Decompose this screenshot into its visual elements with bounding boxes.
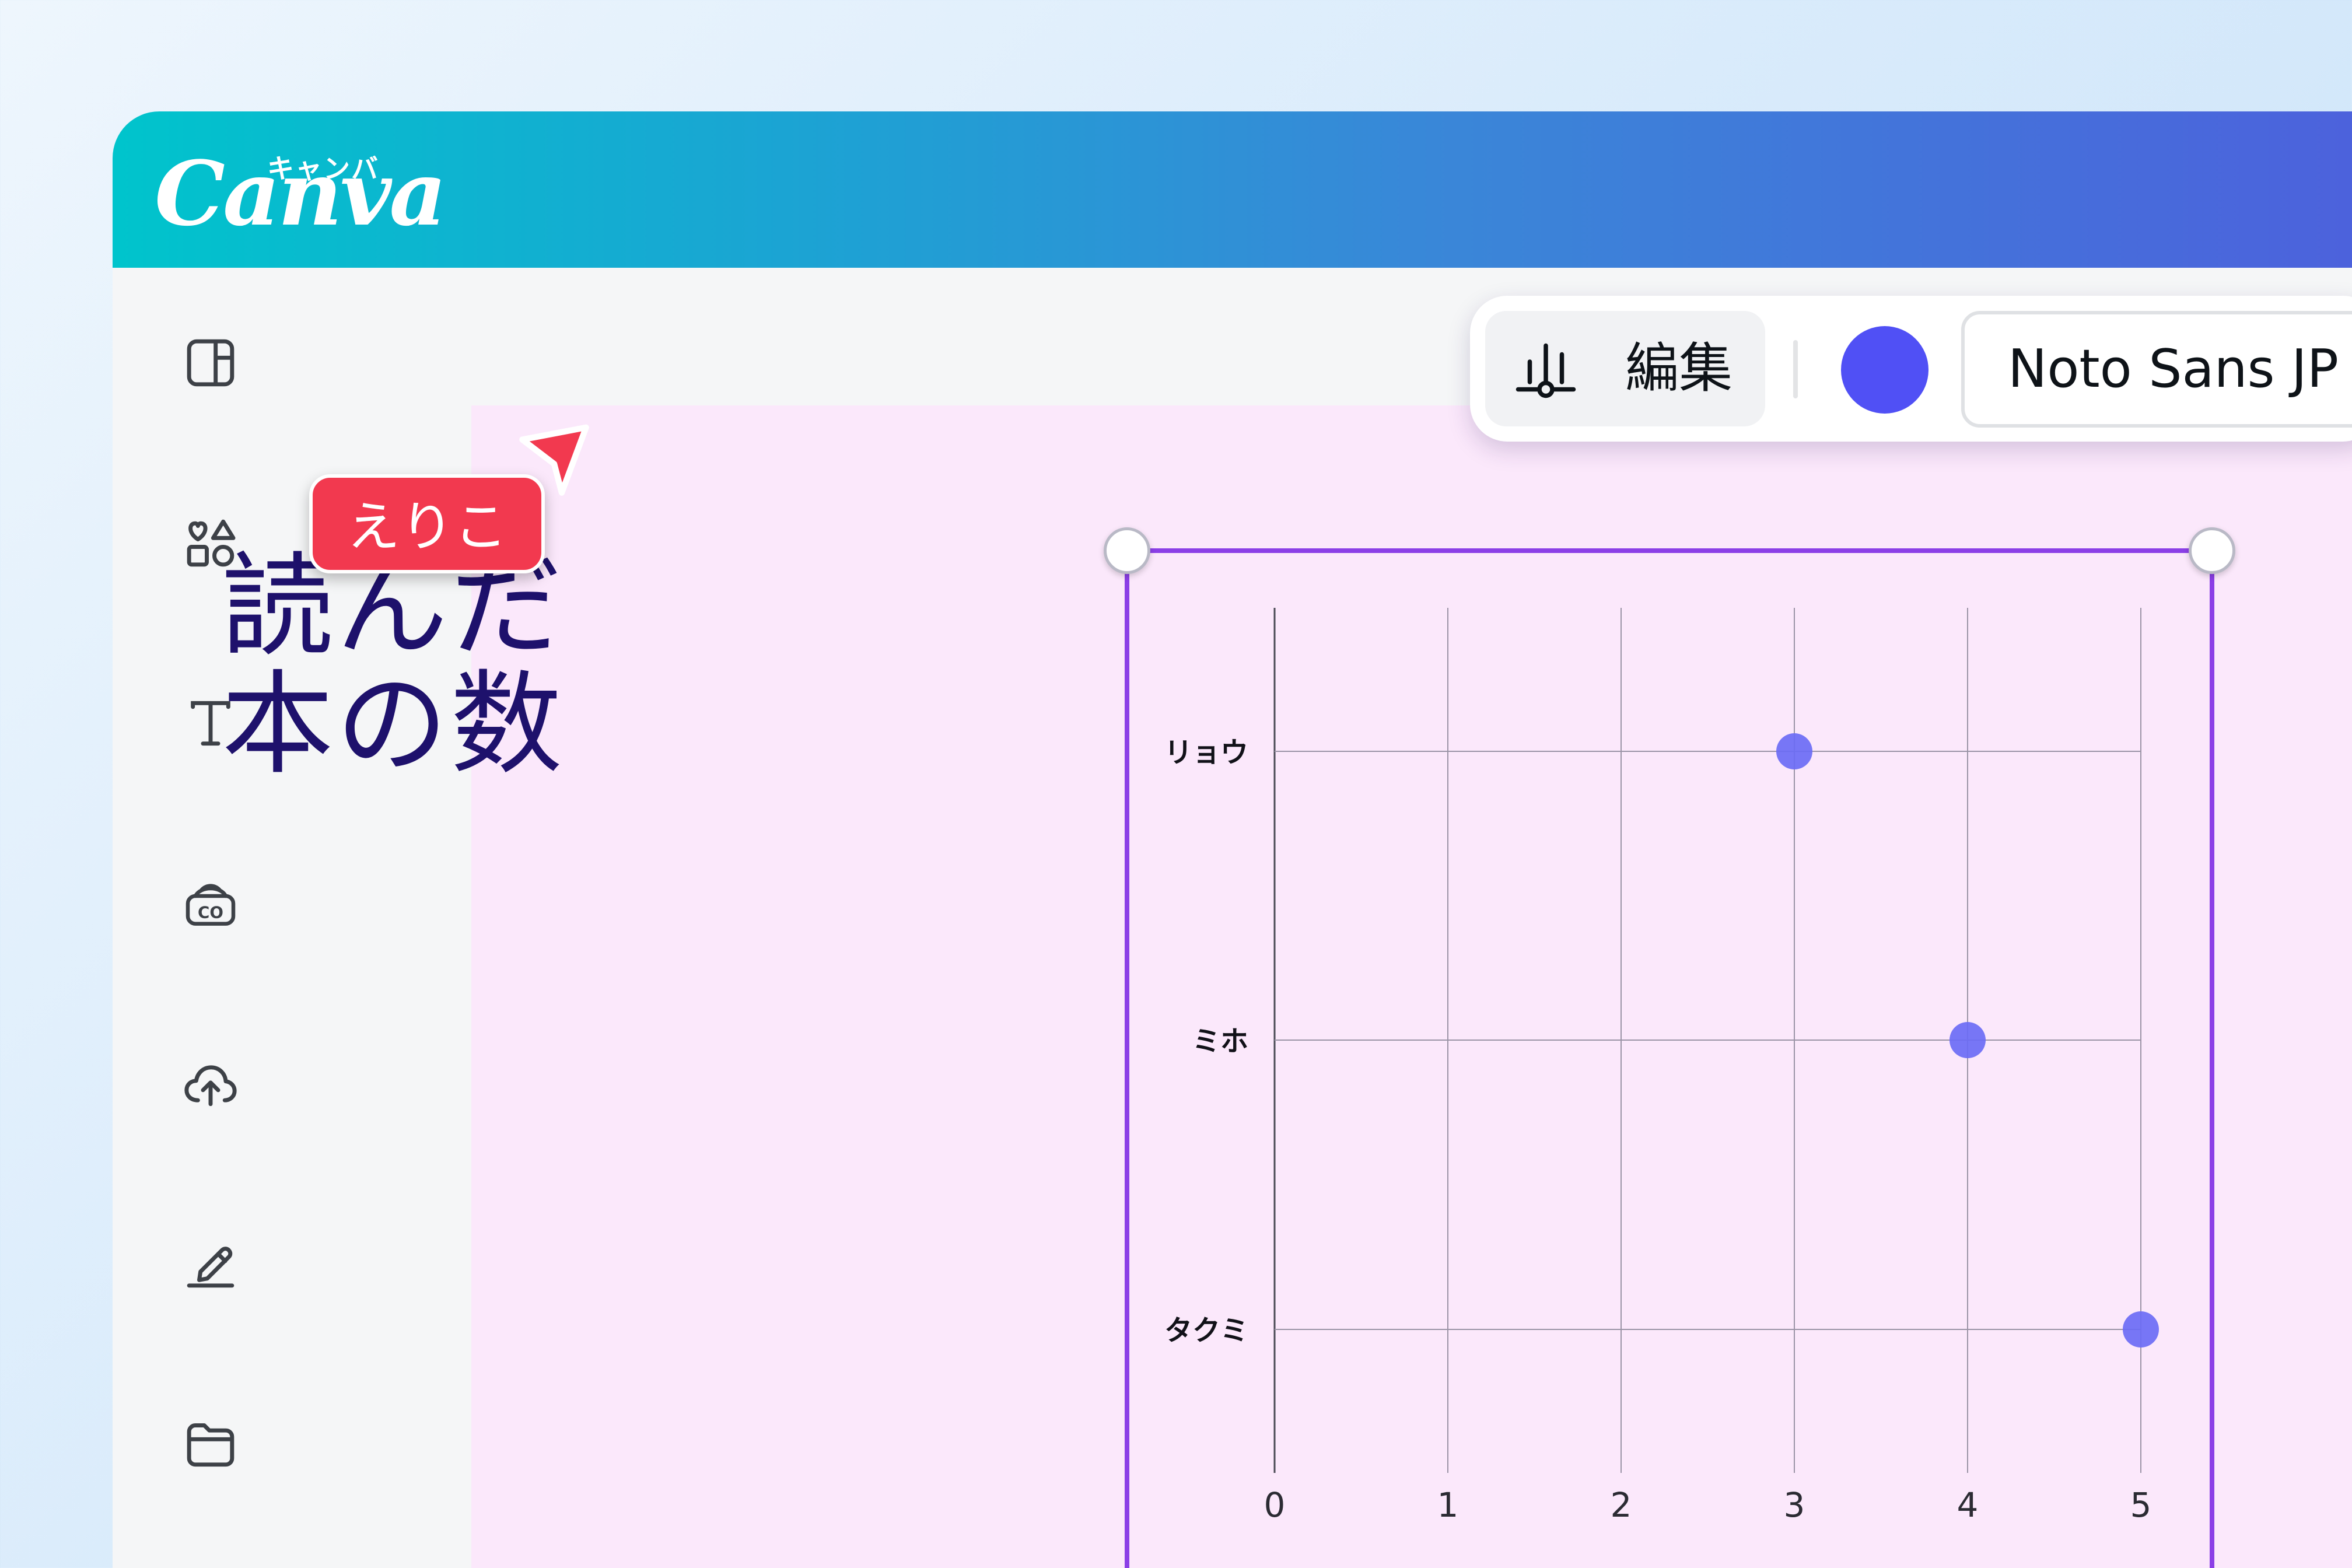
scatter-chart: 0 1 2 3 4 5 リョウミホタクミ <box>1164 608 2159 1525</box>
category-label: タクミ <box>1164 1314 1248 1347</box>
x-tick-label: 4 <box>1957 1485 1979 1525</box>
category-label: ミホ <box>1192 1025 1248 1058</box>
font-selector[interactable]: Noto Sans JP <box>1961 311 2352 428</box>
x-tick-label: 2 <box>1611 1485 1632 1525</box>
x-tick-label: 1 <box>1437 1485 1459 1525</box>
x-tick-label: 0 <box>1264 1485 1286 1525</box>
toolbar-divider <box>1793 340 1798 398</box>
edit-chart-button[interactable]: 編集 <box>1485 311 1765 426</box>
edit-button-label: 編集 <box>1625 337 1733 400</box>
font-name-label: Noto Sans JP <box>2008 338 2339 400</box>
x-tick-label: 3 <box>1784 1485 1805 1525</box>
category-label: リョウ <box>1164 736 1248 769</box>
context-toolbar: 編集 Noto Sans JP <box>1470 296 2352 442</box>
collaborator-name-tag: えりこ <box>309 474 545 573</box>
x-tick-label: 5 <box>2130 1485 2152 1525</box>
color-swatch-button[interactable] <box>1841 326 1929 414</box>
data-point <box>2123 1311 2159 1348</box>
chart-edit-icon <box>1516 343 1576 398</box>
data-point <box>1776 733 1812 769</box>
data-point <box>1950 1022 1986 1058</box>
